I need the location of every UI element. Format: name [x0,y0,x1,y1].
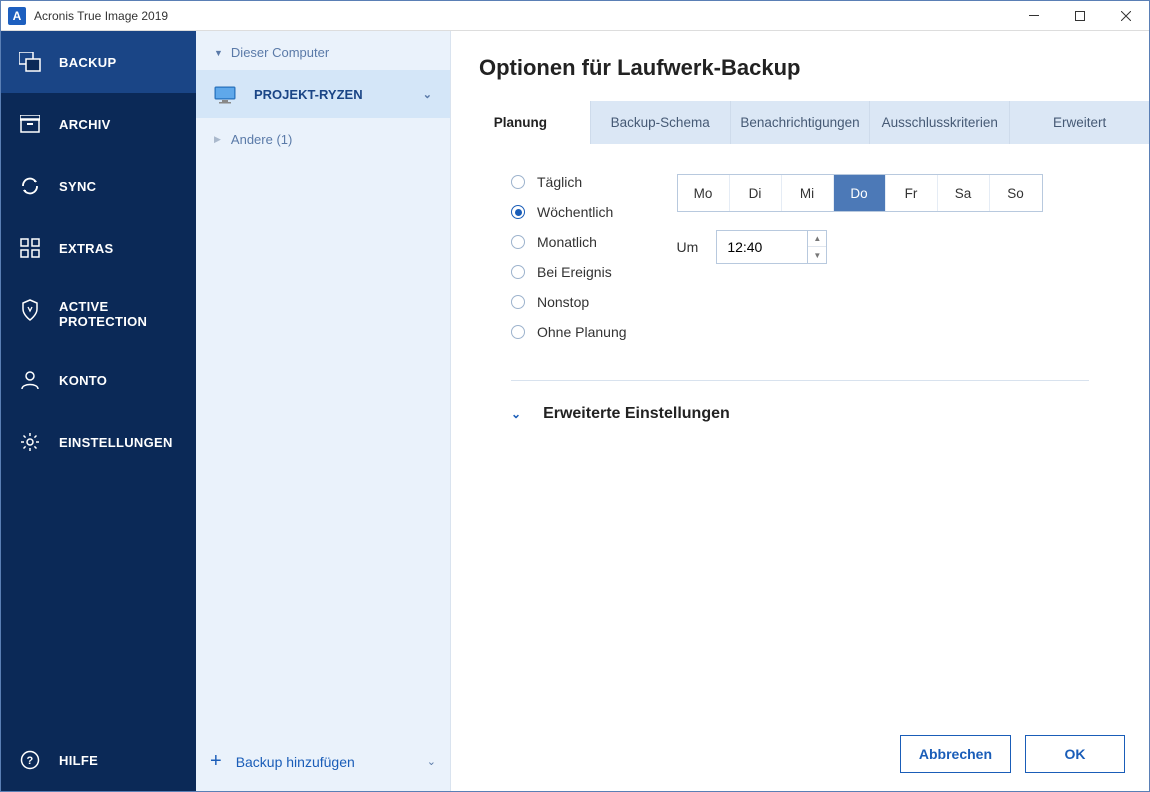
nav-item-sync[interactable]: SYNC [1,155,196,217]
schedule-option-1[interactable]: Wöchentlich [511,204,627,220]
schedule-option-label: Nonstop [537,294,589,310]
schedule-option-5[interactable]: Ohne Planung [511,324,627,340]
nav-item-label: ARCHIV [59,117,111,132]
extras-icon [19,237,41,259]
add-backup-label: Backup hinzufügen [236,754,355,770]
page-title: Optionen für Laufwerk-Backup [451,31,1149,101]
backup-list-panel: ▼ Dieser Computer PROJEKT-RYZEN ⌄ ▶ Ande… [196,31,451,791]
app-icon: A [8,7,26,25]
tab-bar: PlanungBackup-SchemaBenachrichtigungenAu… [451,101,1149,144]
plus-icon: + [210,750,222,773]
radio-icon [511,235,525,249]
advanced-settings-toggle[interactable]: ⌄ Erweiterte Einstellungen [511,405,1089,423]
radio-icon [511,265,525,279]
nav-item-label: EXTRAS [59,241,114,256]
settings-icon [19,431,41,453]
nav-item-label: EINSTELLUNGEN [59,435,173,450]
nav-sidebar: BACKUP ARCHIV SYNC EXTRAS ACTIVEPROTECTION KO… [1,31,196,791]
tab-4[interactable]: Erweitert [1010,101,1149,144]
weekday-selector: MoDiMiDoFrSaSo [677,174,1043,212]
weekday-so[interactable]: So [990,175,1042,211]
time-step-up[interactable]: ▲ [808,231,826,247]
close-button[interactable] [1103,1,1149,31]
archive-icon [19,113,41,135]
backup-item-selected[interactable]: PROJEKT-RYZEN ⌄ [196,70,450,118]
schedule-option-label: Täglich [537,174,582,190]
tab-0[interactable]: Planung [451,101,591,144]
chevron-down-icon: ⌄ [511,407,521,421]
schedule-option-3[interactable]: Bei Ereignis [511,264,627,280]
nav-item-settings[interactable]: EINSTELLUNGEN [1,411,196,473]
nav-help[interactable]: ? HILFE [1,729,196,791]
time-input[interactable]: ▲ ▼ [716,230,827,264]
schedule-option-label: Ohne Planung [537,324,627,340]
nav-item-label: ACTIVEPROTECTION [59,299,147,329]
weekday-mo[interactable]: Mo [678,175,730,211]
schedule-option-label: Monatlich [537,234,597,250]
divider [511,380,1089,381]
tab-3[interactable]: Ausschlusskriterien [870,101,1010,144]
minimize-button[interactable] [1011,1,1057,31]
nav-item-label: BACKUP [59,55,116,70]
tab-1[interactable]: Backup-Schema [591,101,731,144]
nav-item-extras[interactable]: EXTRAS [1,217,196,279]
nav-item-backup[interactable]: BACKUP [1,31,196,93]
cancel-button[interactable]: Abbrechen [900,735,1011,773]
dialog-footer: Abbrechen OK [451,717,1149,791]
schedule-option-0[interactable]: Täglich [511,174,627,190]
chevron-right-icon: ▶ [214,134,221,145]
window-title: Acronis True Image 2019 [34,9,1011,23]
weekday-fr[interactable]: Fr [886,175,938,211]
tab-2[interactable]: Benachrichtigungen [731,101,871,144]
shield-icon [19,299,41,321]
backup-icon [19,51,41,73]
backup-item-label: PROJEKT-RYZEN [254,87,363,102]
schedule-option-label: Wöchentlich [537,204,613,220]
radio-icon [511,295,525,309]
advanced-settings-label: Erweiterte Einstellungen [543,405,730,423]
weekday-sa[interactable]: Sa [938,175,990,211]
account-icon [19,369,41,391]
maximize-button[interactable] [1057,1,1103,31]
time-step-down[interactable]: ▼ [808,247,826,263]
chevron-down-icon[interactable]: ⌄ [423,88,432,101]
radio-icon [511,325,525,339]
help-icon: ? [19,749,41,771]
titlebar: A Acronis True Image 2019 [1,1,1149,31]
svg-text:?: ? [26,755,33,767]
nav-item-account[interactable]: KONTO [1,349,196,411]
schedule-option-label: Bei Ereignis [537,264,612,280]
group-other-label: Andere (1) [231,132,292,147]
time-field[interactable] [717,231,807,263]
nav-item-label: SYNC [59,179,96,194]
nav-help-label: HILFE [59,753,98,768]
time-label: Um [677,239,699,255]
monitor-icon [214,86,236,102]
nav-item-archive[interactable]: ARCHIV [1,93,196,155]
group-this-computer[interactable]: ▼ Dieser Computer [196,31,450,70]
schedule-option-2[interactable]: Monatlich [511,234,627,250]
group-other[interactable]: ▶ Andere (1) [196,118,450,161]
schedule-mode-group: Täglich Wöchentlich Monatlich Bei Ereignis N… [511,174,627,340]
weekday-mi[interactable]: Mi [782,175,834,211]
nav-item-shield[interactable]: ACTIVEPROTECTION [1,279,196,349]
chevron-down-icon: ▼ [214,48,223,58]
group-label: Dieser Computer [231,45,329,60]
sync-icon [19,175,41,197]
radio-icon [511,175,525,189]
radio-icon [511,205,525,219]
weekday-di[interactable]: Di [730,175,782,211]
main-panel: Optionen für Laufwerk-Backup PlanungBack… [451,31,1149,791]
add-backup-button[interactable]: + Backup hinzufügen ⌄ [196,732,450,791]
weekday-do[interactable]: Do [834,175,886,211]
schedule-option-4[interactable]: Nonstop [511,294,627,310]
chevron-down-icon[interactable]: ⌄ [427,755,436,768]
ok-button[interactable]: OK [1025,735,1125,773]
nav-item-label: KONTO [59,373,107,388]
